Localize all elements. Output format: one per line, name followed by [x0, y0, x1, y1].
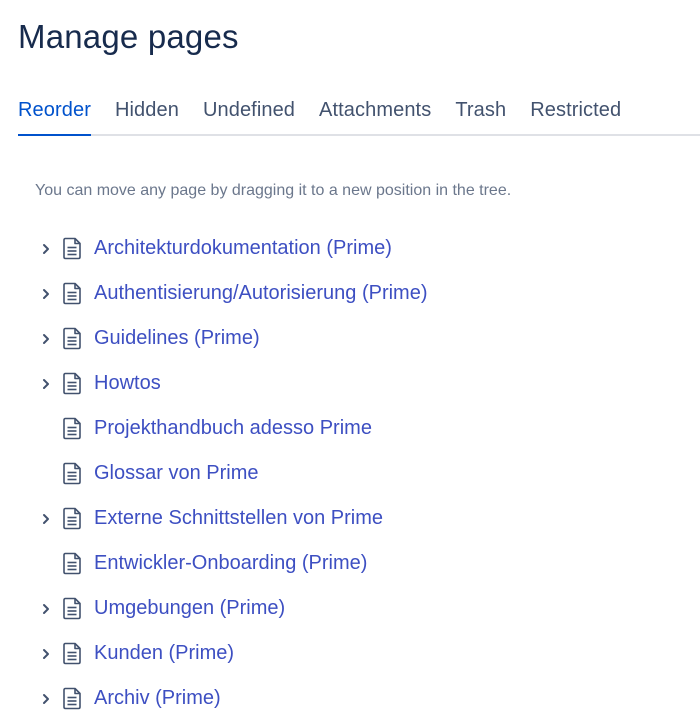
page-title: Manage pages: [18, 18, 239, 55]
page-link[interactable]: Howtos: [94, 372, 161, 395]
tree-item[interactable]: Externe Schnittstellen von Prime: [36, 496, 428, 541]
tab-trash[interactable]: Trash: [455, 96, 506, 134]
chevron-right-icon[interactable]: [36, 374, 56, 394]
page-icon: [61, 597, 83, 621]
tree-item[interactable]: Guidelines (Prime): [36, 316, 428, 361]
page-icon: [61, 642, 83, 666]
tree-item[interactable]: Entwickler-Onboarding (Prime): [36, 541, 428, 586]
tab-attachments[interactable]: Attachments: [319, 96, 431, 134]
page-link[interactable]: Authentisierung/Autorisierung (Prime): [94, 282, 428, 305]
page-icon: [61, 327, 83, 351]
page-icon: [61, 282, 83, 306]
tree-item[interactable]: Projekthandbuch adesso Prime: [36, 406, 428, 451]
page-link[interactable]: Externe Schnittstellen von Prime: [94, 507, 383, 530]
tree-item[interactable]: Umgebungen (Prime): [36, 586, 428, 631]
chevron-right-icon[interactable]: [36, 689, 56, 709]
tree-item[interactable]: Glossar von Prime: [36, 451, 428, 496]
tab-restricted[interactable]: Restricted: [530, 96, 621, 134]
page-link[interactable]: Architekturdokumentation (Prime): [94, 237, 392, 260]
page-link[interactable]: Archiv (Prime): [94, 687, 221, 710]
tab-bar: Reorder Hidden Undefined Attachments Tra…: [18, 96, 700, 136]
chevron-right-icon[interactable]: [36, 599, 56, 619]
chevron-right-icon[interactable]: [36, 509, 56, 529]
tree-item[interactable]: Kunden (Prime): [36, 631, 428, 676]
page-link[interactable]: Kunden (Prime): [94, 642, 234, 665]
page-link[interactable]: Umgebungen (Prime): [94, 597, 285, 620]
page-link[interactable]: Guidelines (Prime): [94, 327, 260, 350]
chevron-right-icon[interactable]: [36, 644, 56, 664]
chevron-right-icon[interactable]: [36, 284, 56, 304]
page-tree: Architekturdokumentation (Prime) Authenti…: [36, 226, 428, 721]
tree-item[interactable]: Authentisierung/Autorisierung (Prime): [36, 271, 428, 316]
page-link[interactable]: Glossar von Prime: [94, 462, 259, 485]
page-icon: [61, 417, 83, 441]
page-icon: [61, 507, 83, 531]
tab-hidden[interactable]: Hidden: [115, 96, 179, 134]
tree-item[interactable]: Archiv (Prime): [36, 676, 428, 721]
help-text: You can move any page by dragging it to …: [35, 182, 512, 199]
page-icon: [61, 462, 83, 486]
page-link[interactable]: Projekthandbuch adesso Prime: [94, 417, 372, 440]
page-icon: [61, 687, 83, 711]
page-link[interactable]: Entwickler-Onboarding (Prime): [94, 552, 367, 575]
tab-undefined[interactable]: Undefined: [203, 96, 295, 134]
tree-item[interactable]: Howtos: [36, 361, 428, 406]
page-icon: [61, 552, 83, 576]
tab-reorder[interactable]: Reorder: [18, 96, 91, 136]
page-icon: [61, 237, 83, 261]
chevron-right-icon[interactable]: [36, 329, 56, 349]
chevron-right-icon[interactable]: [36, 239, 56, 259]
manage-pages-view: Manage pages Reorder Hidden Undefined At…: [0, 0, 700, 723]
page-icon: [61, 372, 83, 396]
tree-item[interactable]: Architekturdokumentation (Prime): [36, 226, 428, 271]
